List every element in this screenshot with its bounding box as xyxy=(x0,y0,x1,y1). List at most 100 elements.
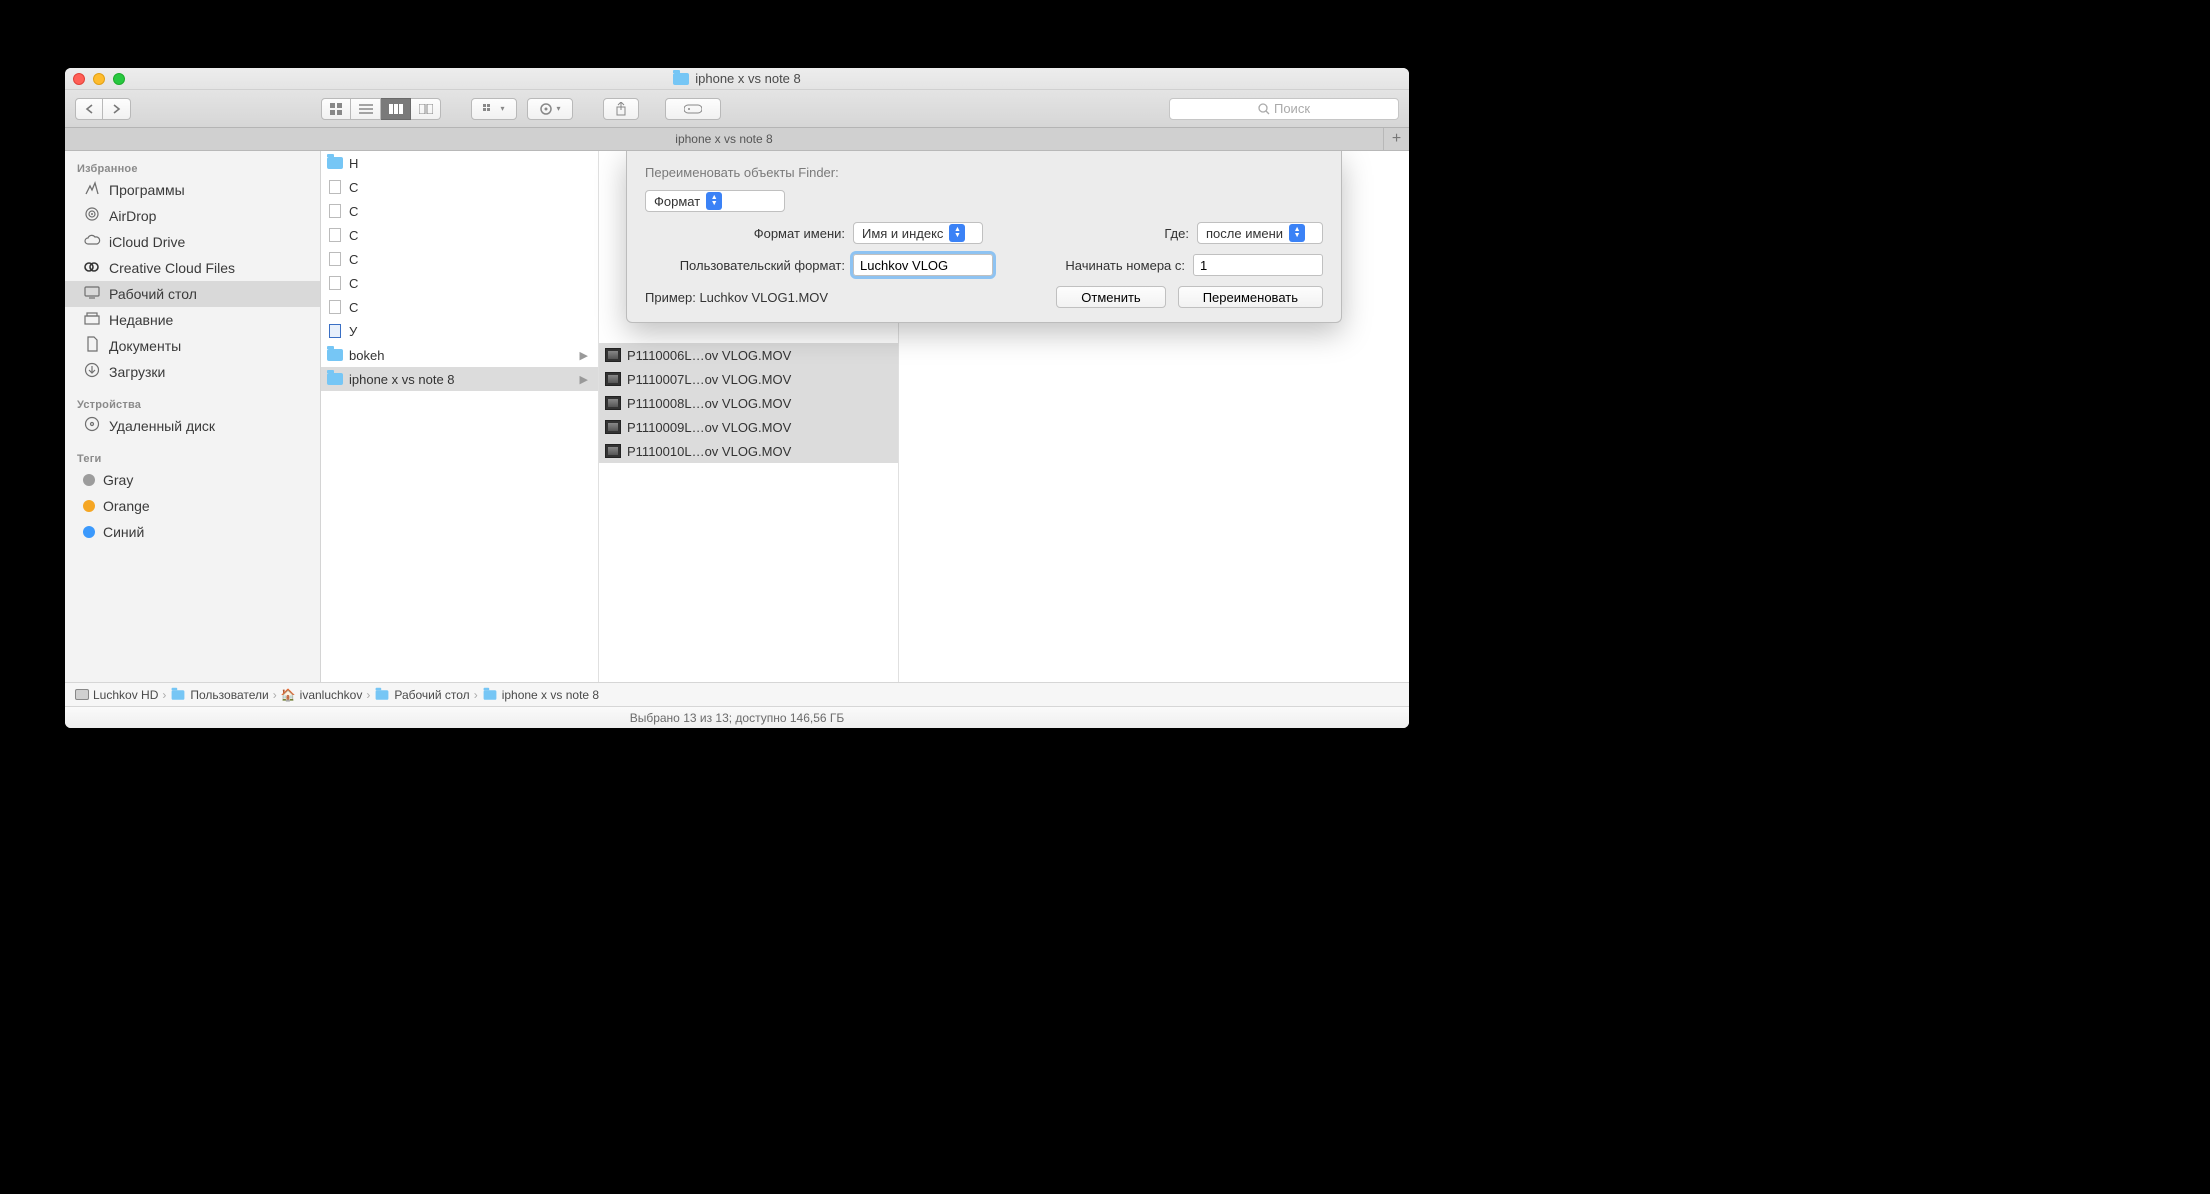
item-label: С xyxy=(349,228,358,243)
list-item[interactable]: С xyxy=(321,271,598,295)
airdrop-icon xyxy=(83,206,101,226)
mode-select[interactable]: Формат ▲▼ xyxy=(645,190,785,212)
list-item[interactable]: P1110007L…ov VLOG.MOV xyxy=(599,367,898,391)
view-gallery-button[interactable] xyxy=(411,98,441,120)
sidebar-item-documents[interactable]: Документы xyxy=(65,333,320,359)
video-icon xyxy=(605,395,621,411)
item-label: P1110006L…ov VLOG.MOV xyxy=(627,348,791,363)
path-separator: › xyxy=(474,688,478,702)
example-text: Пример: Luchkov VLOG1.MOV xyxy=(645,290,1044,305)
new-tab-button[interactable]: + xyxy=(1383,128,1409,150)
maximize-button[interactable] xyxy=(113,73,125,85)
where-value: после имени xyxy=(1206,226,1283,241)
tab-label: iphone x vs note 8 xyxy=(675,132,772,146)
window-controls xyxy=(73,73,125,85)
start-number-input[interactable] xyxy=(1193,254,1323,276)
item-label: С xyxy=(349,204,358,219)
search-icon xyxy=(1258,103,1270,115)
list-item[interactable]: С xyxy=(321,295,598,319)
sidebar-item-label: Программы xyxy=(109,182,185,198)
list-item[interactable]: С xyxy=(321,247,598,271)
path-separator: › xyxy=(273,688,277,702)
list-item[interactable]: С xyxy=(321,199,598,223)
list-item[interactable]: P1110010L…ov VLOG.MOV xyxy=(599,439,898,463)
forward-button[interactable] xyxy=(103,98,131,120)
video-icon xyxy=(605,347,621,363)
where-select[interactable]: после имени ▲▼ xyxy=(1197,222,1323,244)
arrange-button[interactable]: ▾ xyxy=(471,98,517,120)
sidebar-item-icloud[interactable]: iCloud Drive xyxy=(65,229,320,255)
document-icon xyxy=(327,227,343,243)
list-item[interactable]: У xyxy=(321,319,598,343)
downloads-icon xyxy=(83,362,101,382)
chevron-left-icon xyxy=(85,104,94,114)
document-icon xyxy=(327,251,343,267)
sidebar-tag-orange[interactable]: Orange xyxy=(65,493,320,519)
sidebar-tag-blue[interactable]: Синий xyxy=(65,519,320,545)
tag-icon xyxy=(684,103,702,115)
tag-dot-icon xyxy=(83,500,95,512)
list-item[interactable]: С xyxy=(321,223,598,247)
creative-cloud-icon xyxy=(83,259,101,277)
sidebar-item-downloads[interactable]: Загрузки xyxy=(65,359,320,385)
item-label: P1110007L…ov VLOG.MOV xyxy=(627,372,791,387)
search-input[interactable]: Поиск xyxy=(1169,98,1399,120)
path-segment[interactable]: Пользователи xyxy=(170,688,268,702)
cancel-button[interactable]: Отменить xyxy=(1056,286,1165,308)
name-format-select[interactable]: Имя и индекс ▲▼ xyxy=(853,222,983,244)
item-label: С xyxy=(349,276,358,291)
folder-icon xyxy=(172,690,185,700)
sidebar-item-label: Creative Cloud Files xyxy=(109,260,235,276)
gallery-icon xyxy=(419,104,433,114)
sidebar-item-airdrop[interactable]: AirDrop xyxy=(65,203,320,229)
item-label: Н xyxy=(349,156,358,171)
titlebar: iphone x vs note 8 xyxy=(65,68,1409,90)
list-item[interactable]: Н xyxy=(321,151,598,175)
list-icon xyxy=(359,104,373,114)
sidebar-item-remote-disc[interactable]: Удаленный диск xyxy=(65,413,320,439)
view-list-button[interactable] xyxy=(351,98,381,120)
close-button[interactable] xyxy=(73,73,85,85)
window-title-text: iphone x vs note 8 xyxy=(695,71,801,86)
minimize-button[interactable] xyxy=(93,73,105,85)
list-item[interactable]: P1110006L…ov VLOG.MOV xyxy=(599,343,898,367)
path-segment[interactable]: Luchkov HD xyxy=(75,688,158,702)
tags-button[interactable] xyxy=(665,98,721,120)
sidebar-tag-gray[interactable]: Gray xyxy=(65,467,320,493)
path-segment[interactable]: iphone x vs note 8 xyxy=(482,688,599,702)
sidebar-item-apps[interactable]: Программы xyxy=(65,177,320,203)
custom-format-input[interactable] xyxy=(853,254,993,276)
home-icon: 🏠 xyxy=(281,688,296,702)
path-label: ivanluchkov xyxy=(300,688,363,702)
sidebar-item-desktop[interactable]: Рабочий стол xyxy=(65,281,320,307)
view-icons-button[interactable] xyxy=(321,98,351,120)
select-arrows-icon: ▲▼ xyxy=(949,224,965,242)
sidebar-item-label: Orange xyxy=(103,498,150,514)
start-number-label: Начинать номера с: xyxy=(1065,258,1185,273)
grid-icon xyxy=(330,103,342,115)
list-item[interactable]: iphone x vs note 8▶ xyxy=(321,367,598,391)
list-item[interactable]: P1110008L…ov VLOG.MOV xyxy=(599,391,898,415)
list-item[interactable]: bokeh▶ xyxy=(321,343,598,367)
path-segment[interactable]: Рабочий стол xyxy=(374,688,469,702)
sidebar-item-creative-cloud[interactable]: Creative Cloud Files xyxy=(65,255,320,281)
folder-icon xyxy=(327,157,343,169)
action-button[interactable]: ▾ xyxy=(527,98,573,120)
columns-icon xyxy=(389,104,403,114)
path-segment[interactable]: 🏠 ivanluchkov xyxy=(281,688,363,702)
share-button[interactable] xyxy=(603,98,639,120)
rename-button[interactable]: Переименовать xyxy=(1178,286,1323,308)
sidebar-item-recent[interactable]: Недавние xyxy=(65,307,320,333)
nav-buttons xyxy=(75,98,131,120)
view-columns-button[interactable] xyxy=(381,98,411,120)
back-button[interactable] xyxy=(75,98,103,120)
document-icon xyxy=(327,203,343,219)
recent-icon xyxy=(83,311,101,329)
sidebar-item-label: Gray xyxy=(103,472,133,488)
list-item[interactable]: С xyxy=(321,175,598,199)
toolbar: ▾ ▾ Поиск xyxy=(65,90,1409,128)
search-placeholder: Поиск xyxy=(1274,101,1310,116)
share-icon xyxy=(615,102,627,116)
tab[interactable]: iphone x vs note 8 xyxy=(65,128,1383,150)
list-item[interactable]: P1110009L…ov VLOG.MOV xyxy=(599,415,898,439)
